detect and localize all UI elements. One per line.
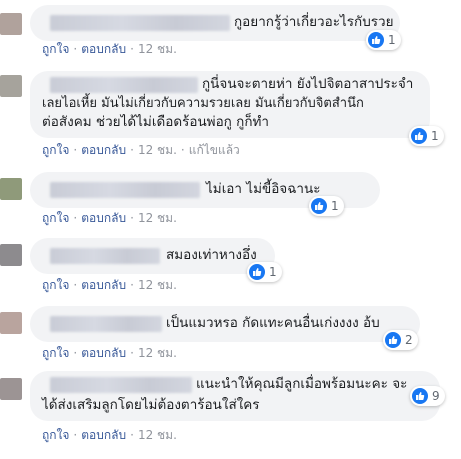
reaction-count[interactable]: 1 [409, 126, 444, 146]
reaction-number: 2 [405, 333, 413, 347]
comment-bubble: สมองเท่าหางอึ่ง [30, 238, 275, 274]
thumbs-up-icon [368, 32, 384, 48]
comment-text: เป็นแมวหรอ กัดแทะคนอื่นเก่งงงง อ้บ [166, 315, 380, 331]
like-link[interactable]: ถูกใจ [42, 346, 69, 360]
timestamp[interactable]: 12 ชม. [138, 211, 177, 225]
thumbs-up-icon [412, 388, 428, 404]
reaction-count[interactable]: 2 [383, 330, 418, 350]
comment-actions: ถูกใจ · ตอบกลับ · 12 ชม. · แก้ไขแล้ว [42, 143, 240, 157]
thumbs-up-icon [249, 264, 265, 280]
reaction-number: 1 [269, 265, 277, 279]
reaction-count[interactable]: 1 [366, 30, 401, 50]
avatar[interactable] [0, 178, 22, 200]
reaction-number: 9 [432, 389, 440, 403]
avatar[interactable] [0, 312, 22, 334]
like-link[interactable]: ถูกใจ [42, 211, 69, 225]
like-link[interactable]: ถูกใจ [42, 278, 69, 292]
comment-actions: ถูกใจ · ตอบกลับ · 12 ชม. [42, 211, 177, 225]
reply-link[interactable]: ตอบกลับ [81, 278, 126, 292]
reply-link[interactable]: ตอบกลับ [81, 428, 126, 442]
comment-actions: ถูกใจ · ตอบกลับ · 12 ชม. [42, 278, 177, 292]
edited-label[interactable]: แก้ไขแล้ว [189, 143, 240, 157]
avatar[interactable] [0, 378, 22, 400]
timestamp[interactable]: 12 ชม. [138, 143, 177, 157]
reaction-number: 1 [388, 33, 396, 47]
reaction-count[interactable]: 1 [247, 262, 282, 282]
thumbs-up-icon [385, 332, 401, 348]
comment-bubble: แนะนำให้คุณมีลูกเมื่อพร้อมนะคะ จะ ได้ส่ง… [30, 371, 440, 421]
reply-link[interactable]: ตอบกลับ [81, 143, 126, 157]
reaction-count[interactable]: 1 [309, 196, 344, 216]
avatar[interactable] [0, 13, 22, 35]
comment-bubble: เป็นแมวหรอ กัดแทะคนอื่นเก่งงงง อ้บ [30, 306, 420, 342]
comment-actions: ถูกใจ · ตอบกลับ · 12 ชม. [42, 346, 177, 360]
like-link[interactable]: ถูกใจ [42, 428, 69, 442]
reaction-count[interactable]: 9 [410, 386, 445, 406]
comment-text: ไม่เอา ไม่ขี้อิจฉานะ [206, 181, 321, 197]
reaction-number: 1 [331, 199, 339, 213]
comment-bubble: กูอยากรู้ว่าเกี่ยวอะไรกับรวย [30, 5, 400, 41]
comment-actions: ถูกใจ · ตอบกลับ · 12 ชม. [42, 428, 177, 442]
reaction-number: 1 [431, 129, 439, 143]
comment-bubble: กูนี่จนจะตายห่า ยังไปจิตอาสาประจำ เลยไอเ… [30, 71, 430, 138]
like-link[interactable]: ถูกใจ [42, 143, 69, 157]
timestamp[interactable]: 12 ชม. [138, 278, 177, 292]
redacted-name [50, 77, 198, 93]
reply-link[interactable]: ตอบกลับ [81, 211, 126, 225]
comment-actions: ถูกใจ · ตอบกลับ · 12 ชม. [42, 42, 177, 56]
like-link[interactable]: ถูกใจ [42, 42, 69, 56]
redacted-name [50, 15, 230, 31]
redacted-name [50, 248, 160, 264]
thumbs-up-icon [311, 198, 327, 214]
redacted-name [50, 316, 162, 332]
avatar[interactable] [0, 244, 22, 266]
timestamp[interactable]: 12 ชม. [138, 428, 177, 442]
comment-text: กูอยากรู้ว่าเกี่ยวอะไรกับรวย [234, 14, 394, 30]
comment-text-line-1: กูนี่จนจะตายห่า ยังไปจิตอาสาประจำ [202, 76, 414, 92]
comment-text-line-2: เลยไอเหี้ย มันไม่เกี่ยวกับความรวยเลย มัน… [42, 96, 364, 111]
comment-text-line-2: ได้ส่งเสริมลูกโดยไม่ต้องตาร้อนใส่ใคร [42, 397, 260, 413]
timestamp[interactable]: 12 ชม. [138, 346, 177, 360]
reply-link[interactable]: ตอบกลับ [81, 42, 126, 56]
timestamp[interactable]: 12 ชม. [138, 42, 177, 56]
redacted-name [50, 377, 192, 393]
avatar[interactable] [0, 75, 22, 97]
comment-text-line-1: แนะนำให้คุณมีลูกเมื่อพร้อมนะคะ จะ [196, 376, 408, 392]
redacted-name [50, 182, 200, 198]
comment-text-line-3: ต่อสังคม ช่วยได้ไม่เดือดร้อนพ่อกู กูก็ทำ [42, 114, 269, 130]
comment-text: สมองเท่าหางอึ่ง [166, 247, 257, 263]
thumbs-up-icon [411, 128, 427, 144]
reply-link[interactable]: ตอบกลับ [81, 346, 126, 360]
